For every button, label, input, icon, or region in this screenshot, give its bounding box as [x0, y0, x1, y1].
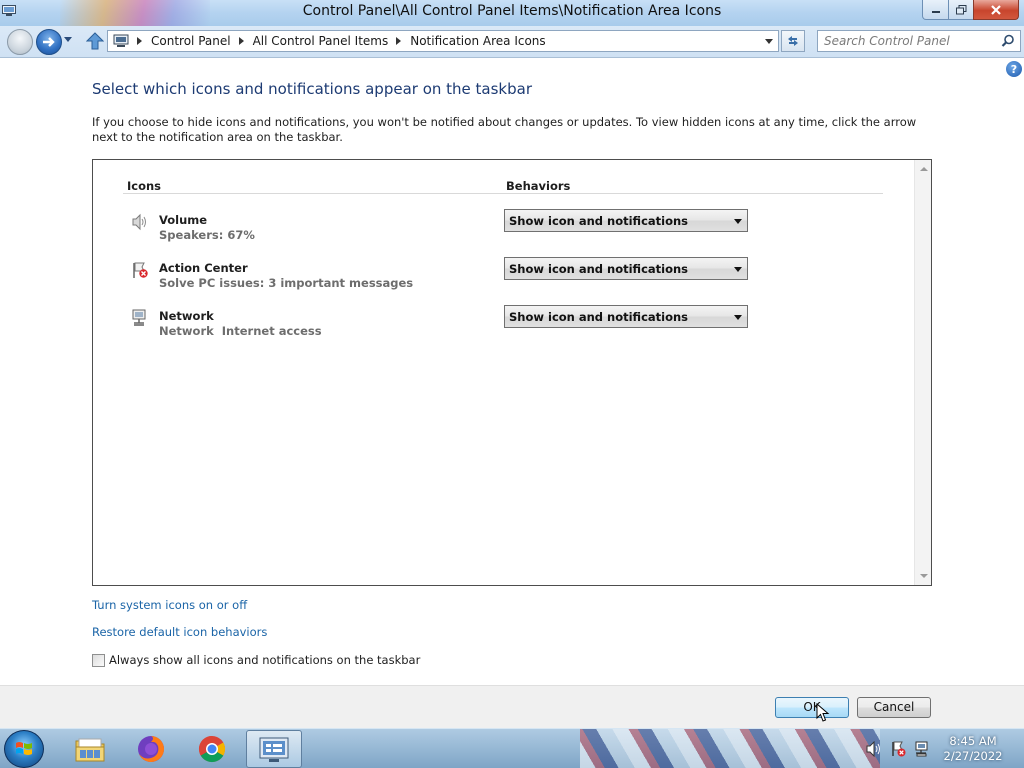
- search-box: [817, 30, 1021, 52]
- dialog-footer: OK Cancel: [0, 685, 1024, 728]
- file-explorer-icon: [75, 738, 105, 762]
- content-area: ? Select which icons and notifications a…: [0, 59, 1024, 685]
- ok-button[interactable]: OK: [775, 697, 849, 718]
- windows-logo-icon: [16, 742, 32, 755]
- speaker-icon: [132, 213, 146, 231]
- clock-date: 2/27/2022: [943, 749, 1003, 763]
- system-tray: 8:45 AM 2/27/2022: [862, 729, 1024, 768]
- behavior-select-network[interactable]: Show icon and notifications: [504, 305, 748, 328]
- intro-text: If you choose to hide icons and notifica…: [92, 115, 917, 144]
- list-item-volume: Volume Speakers: 67% Show icon and notif…: [131, 209, 911, 253]
- up-arrow-icon[interactable]: [86, 32, 104, 50]
- recent-pages-dropdown-icon[interactable]: [63, 37, 73, 43]
- header-divider: [123, 193, 883, 194]
- vertical-scrollbar[interactable]: [914, 160, 931, 585]
- item-description: Speakers: 67%: [159, 228, 255, 242]
- list-item-action-center: Action Center Solve PC issues: 3 importa…: [131, 257, 911, 301]
- taskbar: 8:45 AM 2/27/2022: [0, 728, 1024, 768]
- cancel-button[interactable]: Cancel: [857, 697, 931, 718]
- taskbar-chrome[interactable]: [184, 730, 240, 768]
- turn-system-icons-link[interactable]: Turn system icons on or off: [92, 598, 247, 612]
- behavior-select-value: Show icon and notifications: [509, 214, 689, 228]
- chevron-down-icon: [734, 267, 742, 272]
- refresh-icon: [788, 36, 798, 46]
- chrome-icon: [198, 735, 226, 763]
- restore-icon: [955, 4, 966, 14]
- window-title: Control Panel\All Control Panel Items\No…: [302, 3, 722, 19]
- chevron-down-icon: [734, 219, 742, 224]
- item-name: Volume: [159, 213, 208, 227]
- column-header-behaviors: Behaviors: [506, 179, 571, 193]
- close-icon: [991, 4, 1001, 15]
- breadcrumb-control-panel[interactable]: Control Panel: [151, 34, 231, 48]
- action-center-flag-icon[interactable]: [890, 741, 906, 757]
- breadcrumb-separator-icon[interactable]: [238, 37, 244, 45]
- icons-list-panel: Icons Behaviors Volume Speakers: 67% Sho…: [92, 159, 932, 586]
- minimize-icon: [931, 10, 940, 13]
- computer-icon: [113, 34, 129, 47]
- address-bar[interactable]: Control Panel All Control Panel Items No…: [107, 30, 779, 52]
- scroll-up-icon[interactable]: [920, 167, 928, 171]
- refresh-button[interactable]: [781, 30, 805, 52]
- address-dropdown-icon[interactable]: [765, 39, 773, 44]
- always-show-checkbox-row[interactable]: Always show all icons and notifications …: [92, 653, 420, 667]
- action-center-flag-icon: [133, 262, 148, 278]
- help-icon[interactable]: ?: [1006, 61, 1022, 77]
- chevron-down-icon: [734, 315, 742, 320]
- arrow-right-icon: [43, 37, 55, 47]
- network-icon: [132, 309, 146, 326]
- breadcrumb-separator-icon[interactable]: [396, 37, 402, 45]
- clock-time: 8:45 AM: [949, 734, 997, 748]
- taskbar-control-panel[interactable]: [246, 730, 302, 768]
- breadcrumb: Control Panel All Control Panel Items No…: [129, 34, 546, 48]
- breadcrumb-separator-icon[interactable]: [137, 37, 142, 45]
- always-show-checkbox[interactable]: [92, 653, 105, 667]
- page-title: Select which icons and notifications app…: [92, 80, 532, 98]
- minimize-button[interactable]: [922, 0, 949, 20]
- navigation-bar: Control Panel All Control Panel Items No…: [0, 26, 1024, 58]
- firefox-icon: [138, 736, 164, 762]
- start-button[interactable]: [4, 730, 44, 768]
- control-panel-icon: [259, 737, 289, 762]
- back-button[interactable]: [7, 29, 33, 55]
- forward-button[interactable]: [36, 29, 62, 55]
- taskbar-file-explorer[interactable]: [62, 730, 118, 768]
- always-show-label[interactable]: Always show all icons and notifications …: [109, 653, 420, 667]
- item-description: Solve PC issues: 3 important messages: [159, 276, 414, 290]
- scroll-down-icon[interactable]: [920, 574, 928, 578]
- maximize-button[interactable]: [948, 0, 974, 20]
- item-description: Network Internet access: [159, 324, 322, 338]
- title-bar: Control Panel\All Control Panel Items\No…: [0, 0, 1024, 26]
- behavior-select-action-center[interactable]: Show icon and notifications: [504, 257, 748, 280]
- close-button[interactable]: [973, 0, 1019, 20]
- clock[interactable]: 8:45 AM 2/27/2022: [942, 734, 1004, 764]
- behavior-select-value: Show icon and notifications: [509, 262, 689, 276]
- item-name: Action Center: [159, 261, 248, 275]
- item-name: Network: [159, 309, 214, 323]
- network-icon[interactable]: [914, 741, 930, 757]
- search-icon[interactable]: [1001, 34, 1015, 48]
- behavior-select-value: Show icon and notifications: [509, 310, 689, 324]
- taskbar-firefox[interactable]: [123, 730, 179, 768]
- list-item-network: Network Network Internet access Show ico…: [131, 305, 911, 349]
- taskbar-wallpaper-decoration: [580, 729, 880, 768]
- mouse-pointer-icon: [816, 703, 830, 722]
- behavior-select-volume[interactable]: Show icon and notifications: [504, 209, 748, 232]
- breadcrumb-notification-area-icons[interactable]: Notification Area Icons: [410, 34, 545, 48]
- search-input[interactable]: [824, 31, 1000, 51]
- speaker-icon[interactable]: [866, 741, 882, 757]
- restore-defaults-link[interactable]: Restore default icon behaviors: [92, 625, 267, 639]
- column-header-icons: Icons: [127, 179, 162, 193]
- breadcrumb-all-items[interactable]: All Control Panel Items: [253, 34, 389, 48]
